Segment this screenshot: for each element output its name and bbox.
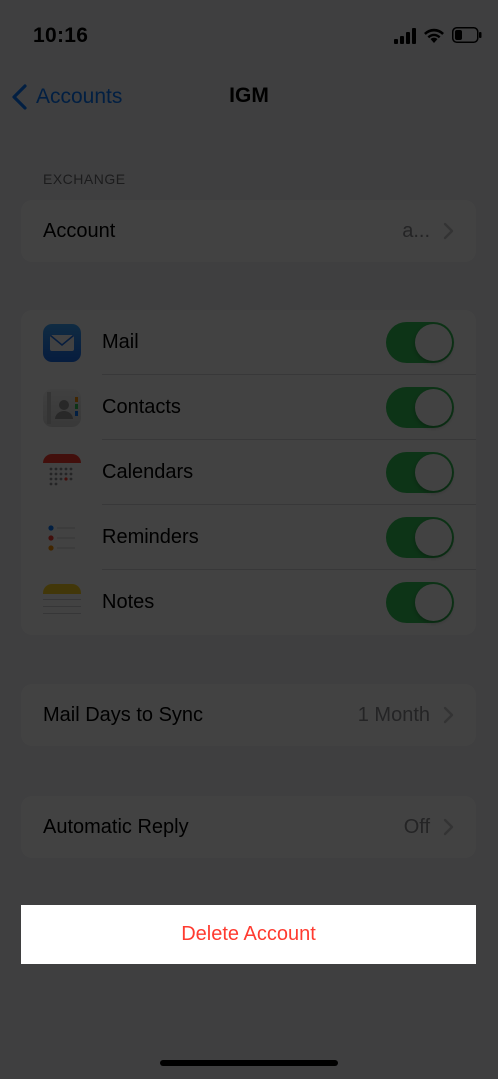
automatic-reply-label: Automatic Reply xyxy=(43,815,189,838)
mail-toggle[interactable] xyxy=(386,322,454,363)
mail-days-group: Mail Days to Sync 1 Month xyxy=(21,684,476,746)
notes-icon xyxy=(43,583,81,622)
toggle-knob xyxy=(415,519,452,556)
delete-account-button[interactable]: Delete Account xyxy=(21,905,476,964)
service-row-reminders: Reminders xyxy=(21,505,476,570)
delete-account-label: Delete Account xyxy=(181,923,316,945)
toggle-knob xyxy=(415,389,452,426)
mail-icon xyxy=(43,323,81,362)
mail-days-label: Mail Days to Sync xyxy=(43,703,204,726)
chevron-right-icon xyxy=(443,222,454,240)
chevron-right-icon xyxy=(443,818,454,836)
services-group: Mail Contacts Calendars Reminders Notes xyxy=(21,310,476,635)
service-row-contacts: Contacts xyxy=(21,375,476,440)
chevron-right-icon xyxy=(443,706,454,724)
page-title: IGM xyxy=(229,84,269,107)
account-row-label: Account xyxy=(43,219,116,242)
calendar-icon xyxy=(43,453,81,492)
service-row-notes: Notes xyxy=(21,570,476,635)
automatic-reply-value: Off xyxy=(403,815,430,838)
battery-icon xyxy=(452,27,482,43)
toggle-knob xyxy=(415,584,452,621)
cellular-signal-icon xyxy=(394,28,416,44)
home-indicator[interactable] xyxy=(160,1060,338,1066)
wifi-icon xyxy=(424,28,444,43)
contacts-toggle[interactable] xyxy=(386,387,454,428)
status-bar: 10:16 xyxy=(0,0,498,70)
account-row-value: a... xyxy=(402,219,430,242)
toggle-knob xyxy=(415,454,452,491)
status-time: 10:16 xyxy=(33,24,89,47)
contacts-icon xyxy=(43,388,81,427)
mail-days-to-sync-row[interactable]: Mail Days to Sync 1 Month xyxy=(21,684,476,746)
automatic-reply-group: Automatic Reply Off xyxy=(21,796,476,858)
service-row-mail: Mail xyxy=(21,310,476,375)
calendars-toggle[interactable] xyxy=(386,452,454,493)
automatic-reply-row[interactable]: Automatic Reply Off xyxy=(21,796,476,858)
notes-toggle[interactable] xyxy=(386,582,454,623)
reminders-icon xyxy=(43,518,81,557)
service-row-calendars: Calendars xyxy=(21,440,476,505)
mail-days-value: 1 Month xyxy=(357,703,430,726)
account-group: Account a... xyxy=(21,200,476,262)
toggle-knob xyxy=(415,324,452,361)
account-settings-screen: 10:16 Accounts IGM EXCHANGE Account a...… xyxy=(0,0,498,1079)
navigation-bar: Accounts IGM xyxy=(0,70,498,124)
reminders-toggle[interactable] xyxy=(386,517,454,558)
account-row[interactable]: Account a... xyxy=(21,200,476,262)
section-header-exchange: EXCHANGE xyxy=(43,171,126,187)
